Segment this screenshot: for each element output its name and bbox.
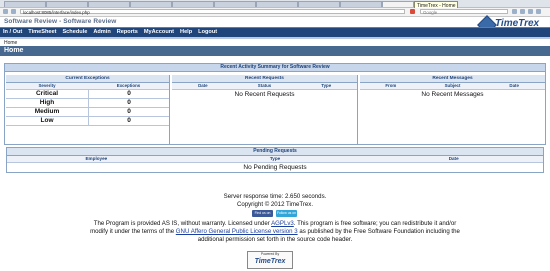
powered-by-badge[interactable]: Powered By TimeTrex — [247, 251, 293, 269]
browser-nav-bar: localhost:8085/interface/index.php Googl… — [0, 8, 550, 17]
requests-panel: Recent Requests Date Status Type No Rece… — [172, 75, 358, 145]
requests-header: Date Status Type — [172, 83, 357, 90]
response-time: Server response time: 2.650 seconds. — [223, 193, 327, 200]
browser-tab[interactable] — [172, 1, 214, 7]
column-date: Date — [448, 156, 459, 161]
pending-requests: Pending Requests Employee Type Date No P… — [6, 147, 544, 173]
messages-title: Recent Messages — [360, 75, 545, 83]
pending-empty: No Pending Requests — [243, 164, 307, 171]
license-line-3: additional permission set forth in the s… — [197, 236, 353, 243]
pending-header: Employee Type Date — [7, 156, 543, 163]
menu-in-out[interactable]: In / Out — [0, 28, 25, 37]
bookmark-icon[interactable] — [520, 9, 525, 14]
severity-cell: Low — [6, 117, 89, 125]
license-text: . This program is free software; you can… — [293, 220, 457, 227]
column-severity: Severity — [38, 83, 56, 88]
browser-tab-active[interactable] — [382, 1, 414, 7]
count-cell: 0 — [127, 117, 131, 124]
pending-title: Pending Requests — [7, 148, 543, 156]
count-cell: 0 — [127, 99, 131, 106]
menu-reports[interactable]: Reports — [114, 28, 141, 37]
facebook-button[interactable]: Find us on Facebook — [252, 210, 273, 222]
severity-cell: High — [6, 99, 89, 107]
exceptions-title: Current Exceptions — [6, 75, 169, 83]
exceptions-header: Severity Exceptions — [6, 83, 169, 90]
table-row[interactable]: Low 0 — [6, 117, 169, 126]
menu-timesheet[interactable]: TimeSheet — [25, 28, 59, 37]
table-row[interactable]: Medium 0 — [6, 108, 169, 117]
column-from: From — [385, 83, 397, 88]
main-menu: In / Out TimeSheet Schedule Admin Report… — [0, 27, 550, 37]
license-text: modify it under the terms of the — [90, 228, 176, 235]
requests-title: Recent Requests — [172, 75, 357, 83]
column-type: Type — [269, 156, 281, 161]
table-row[interactable]: Critical 0 — [6, 90, 169, 99]
forward-icon[interactable] — [11, 9, 16, 14]
activity-summary-title: Recent Activity Summary for Software Rev… — [5, 64, 545, 72]
menu-schedule[interactable]: Schedule — [59, 28, 90, 37]
activity-summary: Recent Activity Summary for Software Rev… — [4, 63, 546, 145]
count-cell: 0 — [127, 90, 131, 97]
agpl-link[interactable]: AGPLv3 — [271, 220, 294, 227]
browser-tab-strip — [0, 0, 550, 8]
browser-tab[interactable] — [214, 1, 256, 7]
menu-help[interactable]: Help — [177, 28, 195, 37]
browser-tab[interactable] — [88, 1, 130, 7]
column-status: Status — [257, 83, 272, 88]
home-icon[interactable] — [512, 9, 517, 14]
severity-cell: Medium — [6, 108, 89, 116]
requests-empty: No Recent Requests — [234, 91, 295, 98]
severity-cell: Critical — [6, 90, 89, 98]
address-bar[interactable]: localhost:8085/interface/index.php — [20, 9, 405, 15]
menu-admin[interactable]: Admin — [90, 28, 113, 37]
license-line-1: The Program is provided AS IS, without w… — [0, 220, 550, 228]
messages-panel: Recent Messages From Subject Date No Rec… — [360, 75, 545, 145]
menu-logout[interactable]: Logout — [195, 28, 220, 37]
browser-tab[interactable] — [130, 1, 172, 7]
column-subject: Subject — [444, 83, 461, 88]
copyright: Copyright © 2012 TimeTrex. — [236, 201, 314, 208]
gnu-license-link[interactable]: GNU Affero General Public License versio… — [176, 228, 298, 235]
search-engine-icon[interactable] — [410, 9, 415, 14]
table-row[interactable]: High 0 — [6, 99, 169, 108]
browser-tab[interactable] — [46, 1, 88, 7]
menu-divider — [0, 37, 550, 39]
messages-empty: No Recent Messages — [421, 91, 484, 98]
menu-myaccount[interactable]: MyAccount — [141, 28, 177, 37]
browser-search-input[interactable]: Google — [420, 9, 508, 15]
license-text: The Program is provided AS IS, without w… — [93, 220, 272, 227]
exceptions-panel: Current Exceptions Severity Exceptions C… — [6, 75, 170, 145]
column-date: Date — [509, 83, 519, 88]
app-title: Software Review - Software Review — [4, 18, 117, 25]
menu-icon[interactable] — [536, 9, 541, 14]
license-text: as published by the Free Software Founda… — [297, 228, 460, 235]
column-employee: Employee — [85, 156, 108, 161]
browser-tab[interactable] — [340, 1, 382, 7]
page-title: Home — [0, 46, 550, 56]
browser-tab[interactable] — [256, 1, 298, 7]
tools-icon[interactable] — [528, 9, 533, 14]
column-date: Date — [198, 83, 208, 88]
count-cell: 0 — [127, 108, 131, 115]
powered-by-logo: TimeTrex — [254, 258, 286, 265]
license-line-2: modify it under the terms of the GNU Aff… — [0, 228, 550, 236]
browser-tab[interactable] — [4, 1, 46, 7]
browser-tab[interactable] — [298, 1, 340, 7]
messages-header: From Subject Date — [360, 83, 545, 90]
column-type: Type — [321, 83, 332, 88]
twitter-button[interactable]: Follow us on Twitter — [276, 210, 297, 222]
column-exceptions: Exceptions — [116, 83, 141, 88]
back-icon[interactable] — [3, 9, 8, 14]
